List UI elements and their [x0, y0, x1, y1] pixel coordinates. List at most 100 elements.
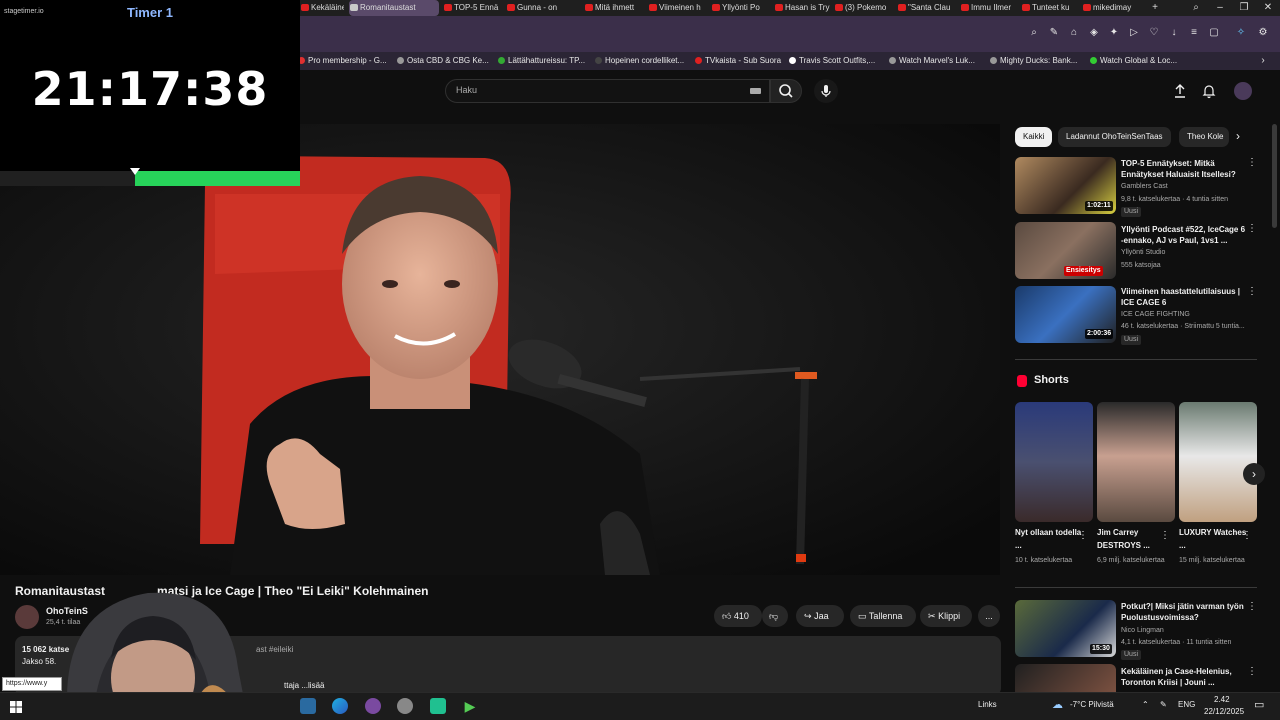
tab[interactable]: mikedimay [1082, 0, 1142, 16]
search-tabs-icon[interactable]: ⌕ [1184, 0, 1208, 16]
bookmarks-overflow-icon[interactable]: › [1256, 54, 1270, 68]
avatar[interactable] [1234, 82, 1252, 100]
close-icon[interactable]: ✕ [1256, 0, 1280, 16]
notifications-icon[interactable] [1201, 83, 1217, 99]
dislike-button[interactable]: 👎︎ [762, 605, 788, 627]
video-title[interactable]: Viimeinen haastattelutilaisuus | ICE CAG… [1121, 286, 1249, 308]
video-channel[interactable]: Gamblers Cast [1121, 183, 1168, 190]
video-title[interactable]: Kekäläinen ja Case-Helenius, Toronton Kr… [1121, 666, 1249, 688]
video-channel[interactable]: Nico Lingman [1121, 627, 1164, 634]
settings-app-icon[interactable] [397, 698, 413, 714]
chip-all[interactable]: Kaikki [1015, 127, 1053, 147]
minimize-icon[interactable]: – [1208, 0, 1232, 16]
restore-icon[interactable]: ❐ [1232, 0, 1256, 16]
weather-icon[interactable]: ☁ [1052, 698, 1063, 711]
video-menu-icon[interactable]: ⋮ [1247, 158, 1257, 168]
video-menu-icon[interactable]: ⋮ [1247, 224, 1257, 234]
search-button[interactable] [770, 79, 802, 103]
tab[interactable]: Gunna - on [506, 0, 570, 16]
channel-avatar[interactable] [15, 605, 39, 629]
video-player[interactable] [0, 124, 1000, 575]
page-scrollbar[interactable] [1272, 124, 1277, 228]
tab[interactable]: Tunteet ku [1021, 0, 1077, 16]
download-icon[interactable]: ↓ [1167, 26, 1181, 40]
start-icon[interactable] [10, 700, 22, 713]
tray-expand-icon[interactable]: ⌃ [1142, 700, 1149, 709]
short-menu-icon[interactable]: ⋮ [1160, 531, 1170, 541]
short-thumbnail[interactable] [1179, 402, 1257, 522]
bookmark[interactable]: Lättähattureissu: TP... [498, 52, 585, 70]
heart-icon[interactable]: ♡ [1147, 26, 1161, 40]
voice-search-button[interactable] [814, 79, 838, 103]
short-thumbnail[interactable] [1097, 402, 1175, 522]
upload-icon[interactable] [1172, 83, 1188, 99]
keyboard-icon[interactable] [750, 88, 761, 94]
taskbar-app-icon[interactable] [300, 698, 316, 714]
tab[interactable]: (3) Pokemo [834, 0, 894, 16]
share-button[interactable]: ↪ Jaa [796, 605, 844, 627]
clock-date[interactable]: 22/12/2025 [1204, 707, 1244, 716]
short-title[interactable]: Nyt ollaan todella ... [1015, 526, 1085, 552]
like-button[interactable]: 👍︎ 410 [714, 605, 762, 627]
search-page-icon[interactable]: ⌕ [1027, 26, 1041, 40]
more-actions-button[interactable]: ... [978, 605, 1000, 627]
video-title[interactable]: TOP-5 Ennätykset: Mitkä Ennätykset Halua… [1121, 158, 1249, 180]
bookmark[interactable]: Travis Scott Outfits,... [789, 52, 875, 70]
video-thumbnail[interactable] [1015, 664, 1116, 692]
arrow-app-icon[interactable]: ▶ [462, 698, 478, 714]
bookmark[interactable]: Watch Global & Loc... [1090, 52, 1177, 70]
weather[interactable]: -7°C Pilvistä [1070, 700, 1114, 709]
clip-button[interactable]: ✂ Klippi [920, 605, 972, 627]
chip-channel[interactable]: Ladannut OhoTeinSenTaas [1058, 127, 1171, 147]
video-menu-icon[interactable]: ⋮ [1247, 602, 1257, 612]
tab[interactable]: Kekäläinen [300, 0, 344, 16]
media-app-icon[interactable] [430, 698, 446, 714]
video-title[interactable]: Yllyönti Podcast #522, IceCage 6 -ennako… [1121, 224, 1249, 246]
new-tab-button[interactable]: + [1143, 0, 1167, 16]
video-menu-icon[interactable]: ⋮ [1247, 287, 1257, 297]
short-menu-icon[interactable]: ⋮ [1242, 531, 1252, 541]
bookmark[interactable]: Pro membership - G... [298, 52, 387, 70]
tab[interactable]: Hasan is Try [774, 0, 830, 16]
video-channel[interactable]: Yllyönti Studio [1121, 249, 1165, 256]
bookmark[interactable]: Mighty Ducks: Bank... [990, 52, 1077, 70]
extension-icon[interactable]: ✦ [1107, 26, 1121, 40]
tab-active[interactable]: Romanitaustast [349, 0, 439, 16]
description-more[interactable]: ttaja ...lisää [284, 681, 324, 690]
edge-icon[interactable] [332, 698, 348, 714]
video-channel[interactable]: ICE CAGE FIGHTING [1121, 311, 1190, 318]
short-thumbnail[interactable] [1015, 402, 1093, 522]
play-icon[interactable]: ▷ [1127, 26, 1141, 40]
settings-icon[interactable]: ⚙ [1256, 26, 1270, 40]
home-icon[interactable]: ⌂ [1067, 26, 1081, 40]
bookmark[interactable]: Osta CBD & CBG Ke... [397, 52, 489, 70]
short-title[interactable]: LUXURY Watches ... [1179, 526, 1249, 552]
bookmark[interactable]: Hopeinen cordelliket... [595, 52, 684, 70]
bookmark[interactable]: Watch Marvel's Luk... [889, 52, 975, 70]
video-menu-icon[interactable]: ⋮ [1247, 667, 1257, 677]
chip-theo[interactable]: Theo Kole [1179, 127, 1229, 147]
bookmark[interactable]: TVkaista - Sub Suora [695, 52, 781, 70]
short-menu-icon[interactable]: ⋮ [1078, 531, 1088, 541]
shield-icon[interactable]: ◈ [1087, 26, 1101, 40]
tab[interactable]: Yllyönti Po [711, 0, 771, 16]
shorts-next-button[interactable]: › [1243, 463, 1265, 485]
pen-icon[interactable]: ✎ [1160, 700, 1167, 709]
video-title[interactable]: Potkut?| Miksi jätin varman työn Puolust… [1121, 601, 1249, 623]
ai-icon[interactable]: ✧ [1234, 26, 1248, 40]
chip-next-icon[interactable]: › [1236, 129, 1240, 143]
tab[interactable]: Viimeinen h [648, 0, 708, 16]
short-title[interactable]: Jim Carrey DESTROYS ... [1097, 526, 1167, 552]
lock-icon[interactable]: ▢ [1207, 26, 1221, 40]
save-button[interactable]: ▭ Tallenna [850, 605, 916, 627]
links-toolbar[interactable]: Links [978, 700, 997, 709]
tab[interactable]: Mitä ihmett [584, 0, 644, 16]
tab[interactable]: TOP-5 Ennä [443, 0, 503, 16]
browser-app-icon[interactable] [365, 698, 381, 714]
language[interactable]: ENG [1178, 700, 1195, 709]
clock-time[interactable]: 2.42 [1214, 695, 1230, 704]
notification-icon[interactable]: ▭ [1254, 698, 1264, 711]
tab[interactable]: "Santa Clau [897, 0, 957, 16]
tab[interactable]: Immu Ilmer [960, 0, 1018, 16]
list-icon[interactable]: ≡ [1187, 26, 1201, 40]
